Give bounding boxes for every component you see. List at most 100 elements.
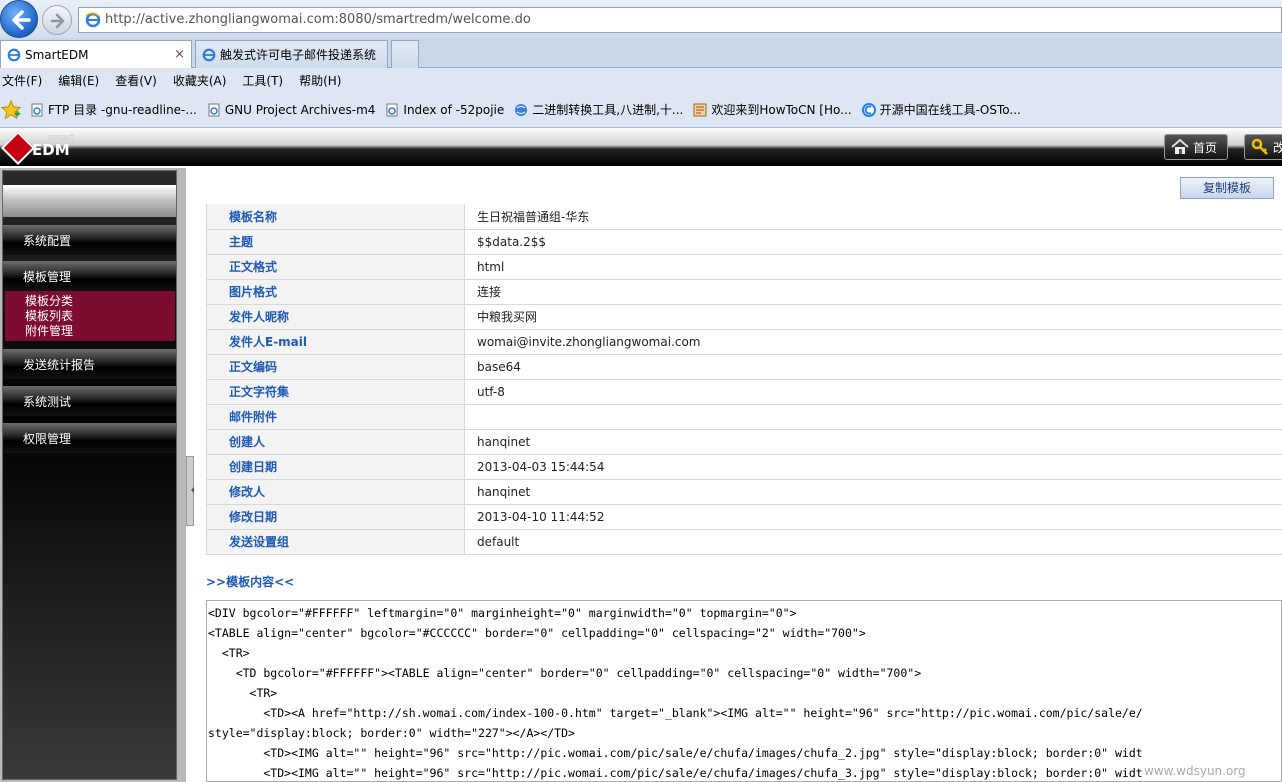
row-label: 主题 <box>206 229 465 255</box>
row-value: 连接 <box>464 279 1282 305</box>
template-content-title: >>模板内容<< <box>206 575 295 589</box>
back-button[interactable] <box>0 0 38 38</box>
template-content-textarea[interactable]: <DIV bgcolor="#FFFFFF" leftmargin="0" ma… <box>206 600 1282 782</box>
oschina-icon <box>861 102 876 117</box>
menu-help[interactable]: 帮助(H) <box>297 72 349 89</box>
globe-icon <box>515 103 528 116</box>
favorite-link[interactable]: 开源中国在线工具-OSTo... <box>861 101 1021 118</box>
page-icon <box>31 103 43 116</box>
sidebar-subitem-template-category[interactable]: 模板分类 <box>25 294 175 309</box>
row-label: 正文字符集 <box>206 379 465 405</box>
table-row: 发件人昵称 中粮我买网 <box>206 304 1282 330</box>
row-value: 2013-04-10 11:44:52 <box>464 504 1282 530</box>
row-label: 模板名称 <box>206 204 465 230</box>
sidebar-item-system-config[interactable]: 系统配置 <box>3 225 176 255</box>
table-row: 修改日期 2013-04-10 11:44:52 <box>206 504 1282 530</box>
template-info-table: 模板名称 生日祝福普通组-华东 主题 $$data.2$$ 正文格式 html 图片格… <box>206 204 1282 555</box>
tab-trigger-system[interactable]: 触发式许可电子邮件投递系统 <box>195 40 388 68</box>
main-content: 复制模板 模板名称 生日祝福普通组-华东 主题 $$data.2$$ 正文格式 htm… <box>196 168 1282 782</box>
row-value: base64 <box>464 354 1282 380</box>
home-button[interactable]: 首页 <box>1164 134 1228 160</box>
row-value: hanqinet <box>464 479 1282 505</box>
menu-bar: 文件(F) 编辑(E) 查看(V) 收藏夹(A) 工具(T) 帮助(H) <box>0 68 1282 92</box>
table-row: 修改人 hanqinet <box>206 479 1282 505</box>
url-text: http://active.zhongliangwomai.com:8080/s… <box>105 12 531 27</box>
arrow-left-icon <box>12 10 31 30</box>
sidebar-frame: 系统配置 模板管理 模板分类 模板列表 附件管理 发送统计报告 系统测试 权限管… <box>0 168 186 782</box>
code-line: <TR> <box>208 686 278 700</box>
table-row: 主题 $$data.2$$ <box>206 229 1282 255</box>
tab-bar: SmartEDM × 触发式许可电子邮件投递系统 <box>0 38 1282 68</box>
table-row: 图片格式 连接 <box>206 279 1282 305</box>
code-line: <TD><A href="http://sh.womai.com/index-1… <box>208 706 1143 720</box>
url-field[interactable]: http://active.zhongliangwomai.com:8080/s… <box>78 7 1282 33</box>
tab-label: SmartEDM <box>25 47 89 62</box>
favorite-link[interactable]: Index of -52pojie <box>385 103 504 117</box>
table-row: 正文格式 html <box>206 254 1282 280</box>
tab-smartedm[interactable]: SmartEDM × <box>0 40 192 68</box>
favorite-link[interactable]: 二进制转换工具,八进制,十... <box>514 101 683 118</box>
favorites-bar: FTP 目录 -gnu-readline-... GNU Project Arc… <box>0 92 1282 128</box>
smartedm-logo: smart EDM <box>1 131 74 165</box>
close-icon[interactable]: × <box>174 47 185 62</box>
favorite-link[interactable]: 欢迎来到HowToCN [Ho... <box>693 101 852 118</box>
row-label: 正文格式 <box>206 254 465 280</box>
favorites-star-icon[interactable] <box>0 99 22 121</box>
menu-edit[interactable]: 编辑(E) <box>56 72 107 89</box>
forward-button[interactable] <box>42 5 72 35</box>
sidebar-item-template-management[interactable]: 模板管理 <box>3 261 176 291</box>
row-label: 创建人 <box>206 429 465 455</box>
code-line: <DIV bgcolor="#FFFFFF" leftmargin="0" ma… <box>208 606 797 620</box>
table-row: 发件人E-mail womai@invite.zhongliangwomai.co… <box>206 329 1282 355</box>
favorite-link[interactable]: GNU Project Archives-m4 <box>207 103 375 117</box>
row-label: 邮件附件 <box>206 404 465 430</box>
code-line: <TR> <box>208 646 250 660</box>
menu-tools[interactable]: 工具(T) <box>240 72 291 89</box>
code-line: <TD><IMG alt="" height="96" src="http://… <box>208 746 1143 760</box>
row-value: 中粮我买网 <box>464 304 1282 330</box>
row-value: default <box>464 529 1282 555</box>
sidebar-item-system-test[interactable]: 系统测试 <box>3 386 176 416</box>
row-label: 发件人昵称 <box>206 304 465 330</box>
row-label: 修改日期 <box>206 504 465 530</box>
change-password-button[interactable]: 改 <box>1244 134 1282 160</box>
row-value: $$data.2$$ <box>464 229 1282 255</box>
tab-label: 触发式许可电子邮件投递系统 <box>220 48 377 62</box>
sidebar-subitem-attachment-management[interactable]: 附件管理 <box>25 324 175 339</box>
menu-favorites[interactable]: 收藏夹(A) <box>171 72 235 89</box>
favorite-link[interactable]: FTP 目录 -gnu-readline-... <box>30 101 197 118</box>
sidebar-item-permission-management[interactable]: 权限管理 <box>3 423 176 453</box>
code-line: <TABLE align="center" bgcolor="#CCCCCC" … <box>208 626 866 640</box>
table-row: 创建日期 2013-04-03 15:44:54 <box>206 454 1282 480</box>
ie-icon <box>7 48 21 61</box>
address-bar: http://active.zhongliangwomai.com:8080/s… <box>0 0 1282 38</box>
row-value: womai@invite.zhongliangwomai.com <box>464 329 1282 355</box>
row-label: 修改人 <box>206 479 465 505</box>
row-label: 发件人E-mail <box>206 329 465 355</box>
row-label: 创建日期 <box>206 454 465 480</box>
page-icon <box>208 103 220 116</box>
row-value: hanqinet <box>464 429 1282 455</box>
sidebar-submenu: 模板分类 模板列表 附件管理 <box>5 291 175 341</box>
row-label: 图片格式 <box>206 279 465 305</box>
row-value: utf-8 <box>464 379 1282 405</box>
sidebar-subitem-template-list[interactable]: 模板列表 <box>25 309 175 324</box>
menu-view[interactable]: 查看(V) <box>113 72 165 89</box>
table-row: 发送设置组 default <box>206 529 1282 555</box>
row-value: html <box>464 254 1282 280</box>
logo-icon <box>1 131 35 165</box>
sidebar-item-send-report[interactable]: 发送统计报告 <box>3 349 176 379</box>
new-tab-button[interactable] <box>391 40 419 68</box>
sidebar-collapse-handle[interactable] <box>186 456 194 526</box>
menu-file[interactable]: 文件(F) <box>0 72 50 89</box>
home-icon <box>1171 139 1189 154</box>
arrow-right-icon <box>50 13 65 29</box>
copy-template-button[interactable]: 复制模板 <box>1180 177 1274 199</box>
table-row: 创建人 hanqinet <box>206 429 1282 455</box>
notepad-icon <box>693 103 707 116</box>
row-value: 2013-04-03 15:44:54 <box>464 454 1282 480</box>
table-row: 正文编码 base64 <box>206 354 1282 380</box>
sidebar: 系统配置 模板管理 模板分类 模板列表 附件管理 发送统计报告 系统测试 权限管… <box>2 170 177 780</box>
table-row: 正文字符集 utf-8 <box>206 379 1282 405</box>
app-header: smart EDM 首页 改 <box>0 128 1282 166</box>
